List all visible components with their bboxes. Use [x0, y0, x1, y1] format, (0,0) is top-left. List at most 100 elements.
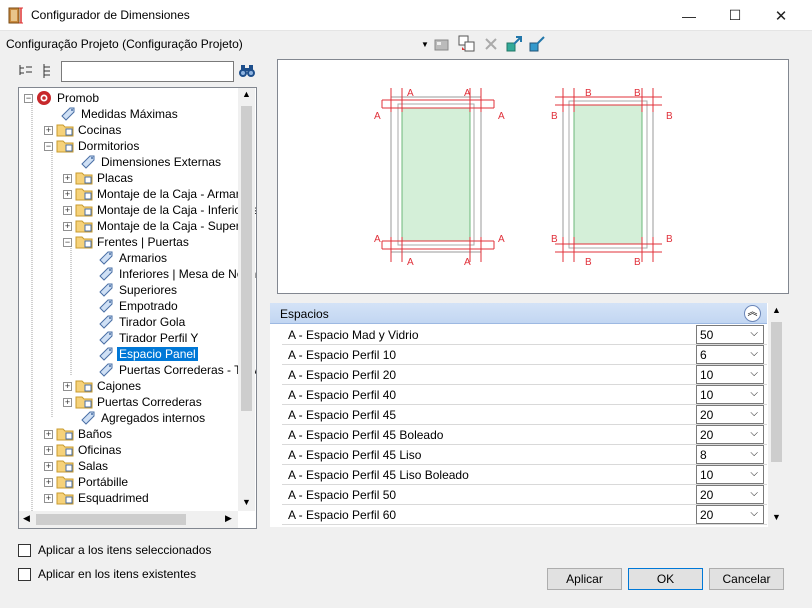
chevron-down-icon[interactable]: ▼ — [421, 40, 429, 49]
folder-icon — [56, 492, 74, 505]
chevron-down-icon[interactable]: ⌵ — [750, 488, 758, 499]
copy-config-icon[interactable] — [458, 35, 476, 53]
collapse-icon[interactable]: − — [24, 93, 33, 103]
chevron-down-icon[interactable]: ⌵ — [750, 388, 758, 399]
expand-icon[interactable]: + — [44, 477, 53, 487]
tree-item[interactable]: Inferiores | Mesa de Noch — [98, 266, 256, 282]
apply-button[interactable]: Aplicar — [547, 568, 622, 590]
value-dropdown[interactable]: 50 ⌵ — [696, 325, 764, 344]
expand-icon[interactable]: + — [44, 125, 53, 135]
scroll-thumb[interactable] — [771, 322, 782, 462]
collapse-icon[interactable]: − — [63, 237, 72, 247]
search-input[interactable] — [61, 61, 234, 82]
tree-item[interactable]: − Frentes | Puertas — [63, 234, 191, 250]
chevron-down-icon[interactable]: ⌵ — [750, 448, 758, 459]
section-header[interactable]: Espacios ︽ — [270, 303, 767, 324]
apply-existing-checkbox[interactable]: Aplicar en los itens existentes — [18, 567, 196, 581]
value-dropdown[interactable]: 20 ⌵ — [696, 405, 764, 424]
expand-tree-icon[interactable] — [18, 63, 34, 79]
chevron-down-icon[interactable]: ⌵ — [750, 328, 758, 339]
tree-item[interactable]: + Montaje de la Caja - Inferiores — [63, 202, 256, 218]
collapse-tree-icon[interactable] — [40, 63, 56, 79]
scroll-down-icon[interactable]: ▼ — [242, 497, 251, 507]
tree-item[interactable]: Dimensiones Externas — [80, 154, 223, 170]
value-dropdown[interactable]: 10 ⌵ — [696, 385, 764, 404]
expand-icon[interactable]: + — [44, 429, 53, 439]
tree-item[interactable]: + Salas — [44, 458, 110, 474]
close-button[interactable]: ✕ — [758, 0, 804, 31]
tree-vertical-scrollbar[interactable]: ▲ ▼ — [238, 88, 255, 511]
value-dropdown[interactable]: 8 ⌵ — [696, 445, 764, 464]
tree-view[interactable]: − Promob Medidas Máximas + Cocinas − Dor… — [18, 87, 257, 529]
chevron-down-icon[interactable]: ⌵ — [750, 408, 758, 419]
tree-horizontal-scrollbar[interactable]: ◀ ▶ — [19, 511, 238, 528]
tree-item[interactable]: + Baños — [44, 426, 114, 442]
export-icon[interactable] — [505, 35, 523, 53]
tree-item[interactable]: Empotrado — [98, 298, 180, 314]
cancel-button[interactable]: Cancelar — [709, 568, 784, 590]
tree-item[interactable]: Armarios — [98, 250, 169, 266]
tree-item[interactable]: − Promob — [24, 90, 101, 106]
checkbox[interactable] — [18, 543, 31, 557]
tree-item[interactable]: + Montaje de la Caja - Superior — [63, 218, 255, 234]
tree-item[interactable]: + Puertas Correderas — [63, 394, 204, 410]
tree-item[interactable]: + Cajones — [63, 378, 143, 394]
import-icon[interactable] — [433, 35, 451, 53]
tree-item[interactable]: Agregados internos — [80, 410, 207, 426]
value-dropdown[interactable]: 6 ⌵ — [696, 345, 764, 364]
collapse-section-icon[interactable]: ︽ — [744, 305, 761, 322]
value-dropdown[interactable]: 20 ⌵ — [696, 485, 764, 504]
expand-icon[interactable]: + — [63, 173, 72, 183]
value-dropdown[interactable]: 10 ⌵ — [696, 365, 764, 384]
collapse-icon[interactable]: − — [44, 141, 53, 151]
chevron-down-icon[interactable]: ⌵ — [750, 508, 758, 519]
scroll-left-icon[interactable]: ◀ — [23, 513, 30, 524]
scroll-up-icon[interactable]: ▲ — [772, 305, 781, 315]
scroll-thumb[interactable] — [241, 106, 252, 411]
expand-icon[interactable]: + — [63, 381, 72, 391]
expand-icon[interactable]: + — [63, 189, 72, 199]
tree-item[interactable]: − Dormitorios — [44, 138, 141, 154]
tree-item[interactable]: Tirador Gola — [98, 314, 187, 330]
tree-item[interactable]: Medidas Máximas — [60, 106, 180, 122]
expand-icon[interactable]: + — [63, 221, 72, 231]
checkbox[interactable] — [18, 567, 31, 581]
value-dropdown[interactable]: 20 ⌵ — [696, 425, 764, 444]
tree-item[interactable]: + Esquadrimed — [44, 490, 151, 506]
tree-item[interactable]: + Cocinas — [44, 122, 123, 138]
edit-config-icon[interactable] — [528, 35, 546, 53]
ok-button[interactable]: OK — [628, 568, 703, 590]
tree-item[interactable]: Superiores — [98, 282, 179, 298]
value-dropdown[interactable]: 10 ⌵ — [696, 465, 764, 484]
app-icon — [8, 7, 23, 24]
scroll-down-icon[interactable]: ▼ — [772, 512, 781, 522]
minimize-button[interactable]: — — [666, 0, 712, 31]
search-icon[interactable] — [238, 63, 256, 79]
expand-icon[interactable]: + — [44, 445, 53, 455]
scroll-up-icon[interactable]: ▲ — [242, 89, 251, 99]
chevron-down-icon[interactable]: ⌵ — [750, 348, 758, 359]
expand-icon[interactable]: + — [63, 205, 72, 215]
chevron-down-icon[interactable]: ⌵ — [750, 428, 758, 439]
expand-icon[interactable]: + — [63, 397, 72, 407]
delete-icon[interactable] — [482, 35, 500, 53]
folder-icon — [75, 172, 93, 185]
tree-item-selected[interactable]: Espacio Panel — [98, 346, 198, 362]
value-dropdown[interactable]: 20 ⌵ — [696, 505, 764, 524]
folder-icon — [56, 124, 74, 137]
expand-icon[interactable]: + — [44, 461, 53, 471]
tree-item[interactable]: + Montaje de la Caja - Armarios — [63, 186, 256, 202]
configuration-selector[interactable]: Configuração Projeto (Configuração Proje… — [6, 37, 243, 51]
tree-item[interactable]: + Portábille — [44, 474, 130, 490]
scroll-right-icon[interactable]: ▶ — [225, 513, 232, 524]
chevron-down-icon[interactable]: ⌵ — [750, 368, 758, 379]
expand-icon[interactable]: + — [44, 493, 53, 503]
tree-item[interactable]: + Oficinas — [44, 442, 123, 458]
tree-item[interactable]: + Placas — [63, 170, 135, 186]
tree-item[interactable]: Puertas Correderas - Trav — [98, 362, 256, 378]
tree-item[interactable]: Tirador Perfil Y — [98, 330, 200, 346]
apply-selected-checkbox[interactable]: Aplicar a los itens seleccionados — [18, 543, 211, 557]
scroll-thumb[interactable] — [36, 514, 186, 525]
chevron-down-icon[interactable]: ⌵ — [750, 468, 758, 479]
maximize-button[interactable]: ☐ — [712, 0, 758, 31]
